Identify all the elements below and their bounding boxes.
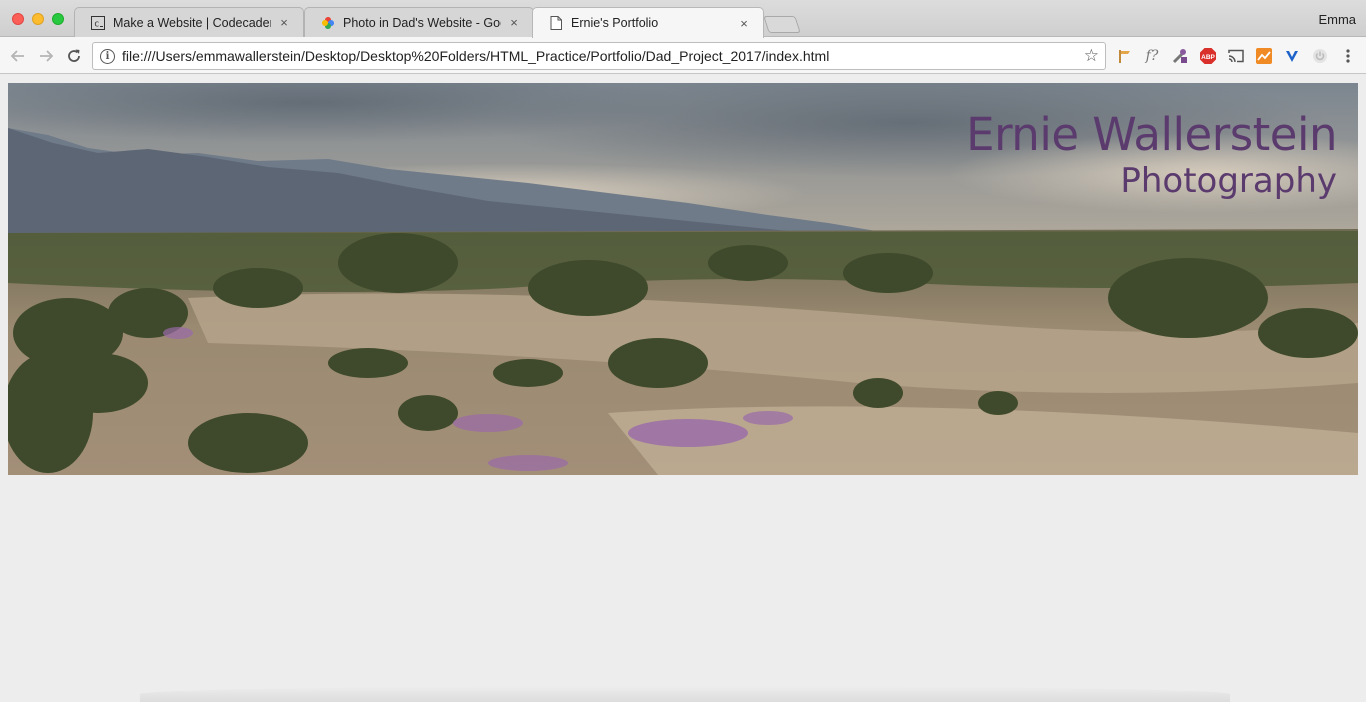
eyedropper-icon[interactable] <box>1170 46 1190 66</box>
url-text: file:///Users/emmawallerstein/Desktop/De… <box>122 48 830 64</box>
power-icon[interactable] <box>1310 46 1330 66</box>
minimize-window-button[interactable] <box>32 13 44 25</box>
tab-codecademy[interactable]: c Make a Website | Codecademy × <box>74 7 304 37</box>
vpn-icon[interactable] <box>1282 46 1302 66</box>
svg-text:c: c <box>94 19 99 29</box>
adblock-icon[interactable]: ABP <box>1198 46 1218 66</box>
reload-button[interactable] <box>64 46 84 66</box>
tab-title: Ernie's Portfolio <box>571 16 659 30</box>
address-bar[interactable]: i file:///Users/emmawallerstein/Desktop/… <box>92 42 1106 70</box>
google-photos-icon <box>321 16 335 30</box>
site-title: Ernie Wallerstein <box>966 108 1337 161</box>
close-window-button[interactable] <box>12 13 24 25</box>
tab-strip: c Make a Website | Codecademy × Photo in… <box>0 0 1366 38</box>
formula-icon[interactable]: f? <box>1142 46 1162 66</box>
hero-banner: Ernie Wallerstein Photography <box>8 83 1358 475</box>
back-button[interactable] <box>8 46 28 66</box>
zoom-window-button[interactable] <box>52 13 64 25</box>
cast-icon[interactable] <box>1226 46 1246 66</box>
close-tab-icon[interactable]: × <box>507 15 521 30</box>
bookmark-star-icon[interactable]: ☆ <box>1084 46 1099 66</box>
codecademy-icon: c <box>91 15 105 30</box>
tab-title: Photo in Dad's Website - Goog <box>343 15 501 30</box>
bottom-shadow <box>140 686 1230 702</box>
close-tab-icon[interactable]: × <box>277 15 291 30</box>
page-viewport: Ernie Wallerstein Photography <box>0 75 1366 702</box>
browser-toolbar: i file:///Users/emmawallerstein/Desktop/… <box>0 37 1366 74</box>
close-tab-icon[interactable]: × <box>737 16 751 31</box>
tab-ernies-portfolio[interactable]: Ernie's Portfolio × <box>532 7 764 38</box>
site-branding: Ernie Wallerstein Photography <box>966 108 1337 202</box>
analytics-icon[interactable] <box>1254 46 1274 66</box>
back-arrow-icon <box>10 50 24 62</box>
site-info-icon[interactable]: i <box>100 48 115 64</box>
bookmark-flag-icon[interactable] <box>1114 46 1134 66</box>
svg-text:ABP: ABP <box>1201 54 1215 61</box>
new-tab-button[interactable] <box>763 16 801 33</box>
forward-arrow-icon <box>40 50 54 62</box>
forward-button[interactable] <box>36 46 56 66</box>
site-subtitle: Photography <box>1120 161 1337 201</box>
profile-name[interactable]: Emma <box>1318 12 1356 27</box>
menu-icon[interactable] <box>1338 46 1358 66</box>
document-icon <box>549 16 563 30</box>
reload-icon <box>68 49 80 62</box>
tab-title: Make a Website | Codecademy <box>113 15 271 30</box>
tab-google-photos[interactable]: Photo in Dad's Website - Goog × <box>304 7 534 37</box>
